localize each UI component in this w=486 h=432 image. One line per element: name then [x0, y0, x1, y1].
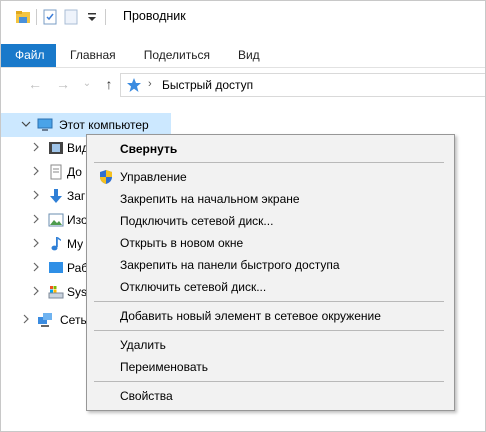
- menu-item-add-network-location[interactable]: Добавить новый элемент в сетевое окружен…: [89, 305, 452, 327]
- collapsed-chevron-icon[interactable]: [31, 238, 41, 248]
- menu-item-collapse[interactable]: Свернуть: [89, 138, 452, 160]
- menu-separator: [94, 301, 444, 302]
- documents-icon: [48, 164, 64, 180]
- tree-item-label: Му: [67, 237, 84, 251]
- ribbon-divider: [1, 67, 485, 68]
- expanded-chevron-icon[interactable]: [21, 119, 31, 129]
- properties-icon[interactable]: [42, 9, 58, 25]
- menu-separator: [94, 330, 444, 331]
- tree-item-label: Изо: [67, 213, 88, 227]
- menu-item-pin-quick-access[interactable]: Закрепить на панели быстрого доступа: [89, 254, 452, 276]
- tree-item-label: Сеть: [60, 313, 87, 327]
- tab-share[interactable]: Поделиться: [130, 44, 224, 67]
- menu-item-disconnect-network-drive[interactable]: Отключить сетевой диск...: [89, 276, 452, 298]
- desktop-icon: [48, 260, 64, 276]
- pictures-icon: [48, 212, 64, 228]
- customize-toolbar-icon[interactable]: [84, 9, 100, 25]
- navigation-bar: ← → ⌄ ↑ › Быстрый доступ: [1, 73, 485, 97]
- forward-arrow-icon[interactable]: →: [55, 76, 71, 92]
- menu-item-pin-start[interactable]: Закрепить на начальном экране: [89, 188, 452, 210]
- menu-separator: [94, 162, 444, 163]
- back-arrow-icon[interactable]: ←: [27, 76, 43, 92]
- address-bar[interactable]: › Быстрый доступ: [120, 73, 485, 97]
- menu-item-rename[interactable]: Переименовать: [89, 356, 452, 378]
- tree-item-label: До: [67, 165, 82, 179]
- address-path[interactable]: Быстрый доступ: [162, 78, 253, 92]
- collapsed-chevron-icon[interactable]: [21, 314, 31, 324]
- context-menu: Свернуть Управление Закрепить на начальн…: [86, 134, 455, 411]
- title-bar: Проводник: [1, 1, 485, 32]
- menu-item-delete[interactable]: Удалить: [89, 334, 452, 356]
- collapsed-chevron-icon[interactable]: [31, 214, 41, 224]
- tree-item-label: Sys: [67, 285, 88, 299]
- quick-access-toolbar: [15, 9, 111, 25]
- recent-locations-icon[interactable]: ⌄: [79, 76, 95, 92]
- videos-icon: [48, 140, 64, 156]
- ribbon-tabs: Файл Главная Поделиться Вид: [1, 44, 485, 67]
- folder-app-icon: [15, 9, 31, 25]
- tab-home[interactable]: Главная: [56, 44, 130, 67]
- menu-item-open-new-window[interactable]: Открыть в новом окне: [89, 232, 452, 254]
- toolbar-separator: [36, 9, 37, 25]
- collapsed-chevron-icon[interactable]: [31, 286, 41, 296]
- menu-item-properties[interactable]: Свойства: [89, 385, 452, 407]
- window-title: Проводник: [123, 9, 186, 23]
- tree-item-label: Раб: [67, 261, 89, 275]
- tree-item-label: Заг: [67, 189, 86, 203]
- downloads-icon: [48, 188, 64, 204]
- tab-file[interactable]: Файл: [1, 44, 56, 67]
- collapsed-chevron-icon[interactable]: [31, 190, 41, 200]
- quick-access-star-icon: [126, 77, 142, 93]
- network-icon: [37, 312, 53, 328]
- breadcrumb-chevron-icon[interactable]: ›: [148, 78, 152, 90]
- tree-item-label: Этот компьютер: [59, 118, 149, 132]
- computer-icon: [37, 117, 53, 133]
- new-folder-icon[interactable]: [63, 9, 79, 25]
- menu-item-manage[interactable]: Управление: [89, 166, 452, 188]
- up-arrow-icon[interactable]: ↑: [101, 76, 117, 92]
- explorer-window: Проводник Файл Главная Поделиться Вид ← …: [0, 0, 486, 432]
- drive-icon: [48, 284, 64, 300]
- shield-icon: [98, 169, 114, 185]
- toolbar-separator: [105, 9, 106, 25]
- tab-view[interactable]: Вид: [224, 44, 274, 67]
- collapsed-chevron-icon[interactable]: [31, 262, 41, 272]
- collapsed-chevron-icon[interactable]: [31, 142, 41, 152]
- menu-item-label: Управление: [120, 170, 187, 184]
- menu-item-map-network-drive[interactable]: Подключить сетевой диск...: [89, 210, 452, 232]
- collapsed-chevron-icon[interactable]: [31, 166, 41, 176]
- menu-separator: [94, 381, 444, 382]
- music-icon: [48, 236, 64, 252]
